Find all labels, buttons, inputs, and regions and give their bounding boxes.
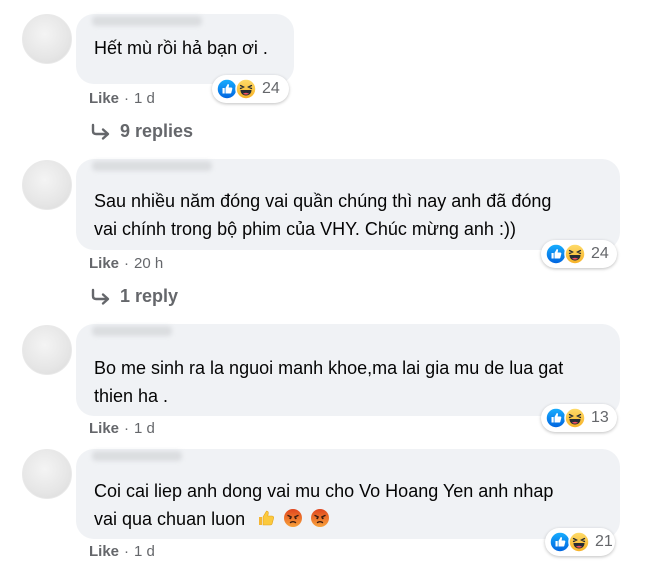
haha-icon xyxy=(564,243,586,265)
comment-meta: Like · 1 d xyxy=(89,543,155,560)
avatar[interactable] xyxy=(22,160,72,210)
replies-label[interactable]: 1 reply xyxy=(120,286,178,307)
timestamp[interactable]: 20 h xyxy=(134,255,163,272)
separator: · xyxy=(124,543,130,560)
reaction-summary[interactable]: 13 xyxy=(541,404,617,432)
timestamp[interactable]: 1 d xyxy=(134,90,155,107)
reaction-count: 21 xyxy=(595,533,613,550)
view-replies-button[interactable]: 9 replies xyxy=(90,121,193,142)
reaction-summary[interactable]: 24 xyxy=(212,75,289,103)
reply-arrow-icon xyxy=(90,123,112,141)
author-name-blurred[interactable] xyxy=(92,326,172,336)
comment-meta: Like · 1 d xyxy=(89,420,155,437)
like-button[interactable]: Like xyxy=(89,543,119,560)
comment-text: Hết mù rồi hả bạn ơi . xyxy=(94,38,268,58)
haha-icon xyxy=(564,407,586,429)
view-replies-button[interactable]: 1 reply xyxy=(90,286,178,307)
comment-meta: Like · 1 d xyxy=(89,90,155,107)
replies-label[interactable]: 9 replies xyxy=(120,121,193,142)
comment-bubble: Coi cai liep anh dong vai mu cho Vo Hoan… xyxy=(76,449,620,539)
separator: · xyxy=(124,90,130,107)
haha-icon xyxy=(568,531,590,553)
author-name-blurred[interactable] xyxy=(92,161,212,171)
timestamp[interactable]: 1 d xyxy=(134,420,155,437)
avatar[interactable] xyxy=(22,325,72,375)
thumbs-up-emoji xyxy=(256,508,276,528)
comment-text: Coi cai liep anh dong vai mu cho Vo Hoan… xyxy=(94,481,554,529)
separator: · xyxy=(124,420,130,437)
comment-bubble: Hết mù rồi hả bạn ơi . xyxy=(76,14,294,84)
author-name-blurred[interactable] xyxy=(92,451,182,461)
angry-face-emoji xyxy=(283,508,303,528)
reply-arrow-icon xyxy=(90,288,112,306)
timestamp[interactable]: 1 d xyxy=(134,543,155,560)
reaction-count: 13 xyxy=(591,409,609,426)
avatar[interactable] xyxy=(22,14,72,64)
reaction-count: 24 xyxy=(591,245,609,262)
reaction-count: 24 xyxy=(262,80,280,97)
angry-face-emoji xyxy=(310,508,330,528)
reaction-summary[interactable]: 21 xyxy=(545,528,615,556)
like-button[interactable]: Like xyxy=(89,255,119,272)
comment-meta: Like · 20 h xyxy=(89,255,163,272)
like-button[interactable]: Like xyxy=(89,420,119,437)
avatar[interactable] xyxy=(22,449,72,499)
haha-icon xyxy=(235,78,257,100)
author-name-blurred[interactable] xyxy=(92,16,202,26)
comment-text: Bo me sinh ra la nguoi manh khoe,ma lai … xyxy=(94,358,564,406)
separator: · xyxy=(124,255,130,272)
reaction-summary[interactable]: 24 xyxy=(541,240,617,268)
like-button[interactable]: Like xyxy=(89,90,119,107)
comment-bubble: Sau nhiều năm đóng vai quần chúng thì na… xyxy=(76,159,620,250)
comment-bubble: Bo me sinh ra la nguoi manh khoe,ma lai … xyxy=(76,324,620,416)
comment-text: Sau nhiều năm đóng vai quần chúng thì na… xyxy=(94,191,552,239)
